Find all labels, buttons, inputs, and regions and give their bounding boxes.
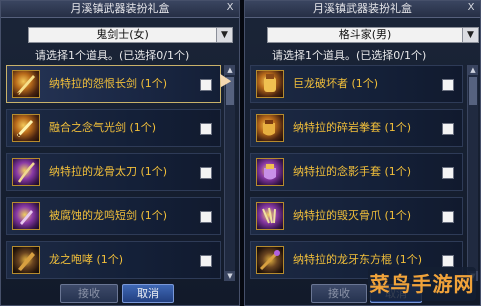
item-checkbox[interactable]: [442, 167, 454, 179]
site-watermark: 菜鸟手游网: [368, 267, 476, 301]
item-label: 纳特拉的念影手套 (1个): [293, 165, 412, 178]
list-item[interactable]: 纳特拉的怨恨长剑 (1个): [6, 65, 221, 103]
item-checkbox[interactable]: [442, 211, 454, 223]
katana-icon: [12, 158, 40, 186]
fist-icon: [256, 114, 284, 142]
confirm-button[interactable]: 接收: [311, 284, 367, 303]
roar-blade-icon: [12, 246, 40, 274]
list-item[interactable]: 融合之念气光剑 (1个): [6, 109, 221, 147]
chevron-down-icon[interactable]: ▼: [462, 28, 478, 42]
item-label: 纳特拉的龙牙东方棍 (1个): [293, 253, 423, 266]
gauntlet-icon: [256, 70, 284, 98]
close-icon[interactable]: X: [465, 2, 477, 14]
list-item[interactable]: 巨龙破坏者 (1个): [250, 65, 463, 103]
item-checkbox[interactable]: [200, 79, 212, 91]
item-checkbox[interactable]: [200, 123, 212, 135]
item-list: 巨龙破坏者 (1个) 纳特拉的碎岩拳套 (1个) 纳特拉的念影手套 (1个) 纳…: [250, 65, 463, 280]
scroll-down-icon[interactable]: ▼: [225, 271, 235, 281]
glove-icon: [256, 158, 284, 186]
item-label: 纳特拉的碎岩拳套 (1个): [293, 121, 412, 134]
item-label: 纳特拉的怨恨长剑 (1个): [49, 77, 168, 90]
close-icon[interactable]: X: [224, 2, 236, 14]
item-checkbox[interactable]: [200, 167, 212, 179]
item-label: 融合之念气光剑 (1个): [49, 121, 157, 134]
class-dropdown[interactable]: 格斗家(男) ▼: [267, 27, 479, 43]
list-item[interactable]: 纳特拉的龙骨太刀 (1个): [6, 153, 221, 191]
item-label: 纳特拉的毁灭骨爪 (1个): [293, 209, 412, 222]
class-dropdown-value: 格斗家(男): [338, 28, 392, 41]
list-item[interactable]: 纳特拉的碎岩拳套 (1个): [250, 109, 463, 147]
confirm-button[interactable]: 接收: [60, 284, 118, 303]
item-list: 纳特拉的怨恨长剑 (1个) 融合之念气光剑 (1个) 纳特拉的龙骨太刀 (1个)…: [6, 65, 221, 280]
item-label: 被腐蚀的龙鸣短剑 (1个): [49, 209, 168, 222]
window-title: 月溪镇武器装扮礼盒: [245, 1, 480, 18]
scroll-up-icon[interactable]: ▲: [468, 65, 478, 75]
cancel-button[interactable]: 取消: [122, 284, 174, 303]
class-dropdown-value: 鬼剑士(女): [96, 28, 149, 41]
lightsaber-icon: [12, 114, 40, 142]
item-label: 纳特拉的龙骨太刀 (1个): [49, 165, 168, 178]
chevron-down-icon[interactable]: ▼: [216, 28, 232, 42]
gift-box-window-left: 月溪镇武器装扮礼盒 X 鬼剑士(女) ▼ 请选择1个道具。(已选择0/1个) 纳…: [0, 0, 240, 306]
item-checkbox[interactable]: [200, 255, 212, 267]
item-checkbox[interactable]: [442, 123, 454, 135]
staff-icon: [256, 246, 284, 274]
selection-hint: 请选择1个道具。(已选择0/1个): [35, 49, 190, 62]
list-item[interactable]: 被腐蚀的龙鸣短剑 (1个): [6, 197, 221, 235]
item-label: 巨龙破坏者 (1个): [293, 77, 379, 90]
class-dropdown[interactable]: 鬼剑士(女) ▼: [28, 27, 233, 43]
item-checkbox[interactable]: [442, 255, 454, 267]
item-label: 龙之咆哮 (1个): [49, 253, 124, 266]
item-checkbox[interactable]: [442, 79, 454, 91]
scroll-thumb[interactable]: [469, 77, 477, 105]
sword-icon: [12, 70, 40, 98]
list-item[interactable]: 纳特拉的念影手套 (1个): [250, 153, 463, 191]
list-item[interactable]: 龙之咆哮 (1个): [6, 241, 221, 279]
shortsword-icon: [12, 202, 40, 230]
scrollbar[interactable]: ▲ ▼: [467, 65, 478, 281]
selection-hint: 请选择1个道具。(已选择0/1个): [272, 49, 427, 62]
claw-icon: [256, 202, 284, 230]
gift-box-window-right: 月溪镇武器装扮礼盒 X 格斗家(男) ▼ 请选择1个道具。(已选择0/1个) 巨…: [244, 0, 481, 306]
scrollbar[interactable]: ▲ ▼: [224, 65, 235, 281]
window-title: 月溪镇武器装扮礼盒: [1, 1, 239, 18]
item-checkbox[interactable]: [200, 211, 212, 223]
list-item[interactable]: 纳特拉的毁灭骨爪 (1个): [250, 197, 463, 235]
